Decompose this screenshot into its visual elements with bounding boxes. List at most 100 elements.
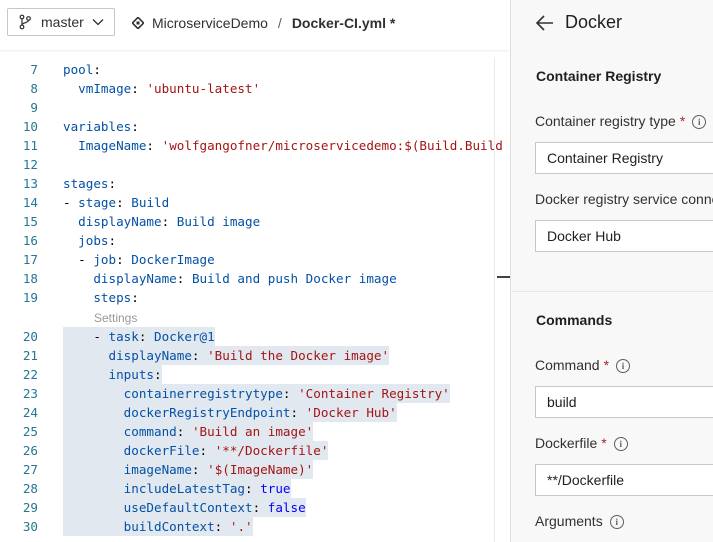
command-label-text: Command [535, 357, 600, 373]
breadcrumb-repo[interactable]: MicroserviceDemo [152, 15, 268, 31]
editor-divider [494, 57, 495, 542]
code-line[interactable]: 13 stages: [0, 174, 510, 193]
code-text: displayName: Build and push Docker image [93, 271, 397, 286]
code-text: imageName: '$(ImageName)' [63, 460, 314, 479]
code-line[interactable]: 27 imageName: '$(ImageName)' [0, 460, 510, 479]
code-text: displayName: 'Build the Docker image' [63, 346, 390, 365]
info-icon[interactable]: i [613, 437, 628, 452]
code-line[interactable]: 8 vmImage: 'ubuntu-latest' [0, 79, 510, 98]
line-number: 29 [22, 500, 38, 515]
code-line[interactable]: 21 displayName: 'Build the Docker image' [0, 346, 510, 365]
command-select[interactable]: build [535, 386, 713, 418]
code-text: - task: Docker@1 [63, 327, 215, 346]
yaml-editor[interactable]: Settings 7 pool: 8 vmImage: 'ubuntu-latest… [0, 57, 510, 542]
code-text: useDefaultContext: false [63, 498, 306, 517]
code-line[interactable]: 9 [0, 98, 510, 117]
code-line[interactable]: 15 displayName: Build image [0, 212, 510, 231]
code-text: pool: [63, 62, 101, 77]
code-line[interactable]: 10 variables: [0, 117, 510, 136]
line-number: 9 [30, 100, 38, 115]
code-text: variables: [63, 119, 139, 134]
info-icon[interactable]: i [609, 515, 624, 530]
section-divider [511, 291, 713, 292]
breadcrumb: MicroserviceDemo / Docker-CI.yml * [132, 15, 395, 31]
code-line[interactable]: 25 command: 'Build an image' [0, 422, 510, 441]
code-text: dockerRegistryEndpoint: 'Docker Hub' [63, 403, 397, 422]
branch-selector[interactable]: master [7, 8, 115, 36]
code-text: buildContext: '.' [63, 517, 253, 536]
line-number: 16 [22, 233, 38, 248]
code-text: inputs: [63, 365, 162, 384]
code-text: ImageName: 'wolfgangofner/microservicede… [78, 138, 503, 153]
branch-icon [19, 14, 31, 30]
arguments-label: Arguments i [535, 513, 624, 530]
code-line[interactable]: 17 - job: DockerImage [0, 250, 510, 269]
dockerfile-label: Dockerfile * i [535, 435, 628, 452]
required-mark: * [679, 113, 686, 129]
code-line[interactable]: 28 includeLatestTag: true [0, 479, 510, 498]
service-connection-select[interactable]: Docker Hub [535, 220, 713, 252]
code-text: steps: [93, 290, 139, 305]
line-number: 19 [22, 290, 38, 305]
top-bar: master MicroserviceDemo / Docker-CI.yml … [0, 0, 510, 50]
code-text: jobs: [78, 233, 117, 248]
line-number: 26 [22, 443, 38, 458]
code-line[interactable]: 16 jobs: [0, 231, 510, 250]
code-text: includeLatestTag: true [63, 479, 291, 498]
command-label: Command * i [535, 357, 631, 374]
section-container-registry: Container Registry [536, 68, 662, 84]
line-number: 8 [30, 81, 38, 96]
service-connection-label: Docker registry service conne [535, 191, 713, 207]
panel-title: Docker [565, 12, 623, 32]
line-number: 11 [22, 138, 38, 153]
chevron-down-icon [92, 19, 104, 26]
line-number: 12 [22, 157, 38, 172]
breadcrumb-file: Docker-CI.yml * [291, 15, 396, 31]
code-text: containerregistrytype: 'Container Regist… [63, 384, 450, 403]
line-number: 15 [22, 214, 38, 229]
cursor-overview-mark [497, 276, 510, 278]
required-mark: * [601, 435, 607, 451]
code-line[interactable]: 29 useDefaultContext: false [0, 498, 510, 517]
code-line[interactable]: 23 containerregistrytype: 'Container Reg… [0, 384, 510, 403]
line-number: 27 [22, 462, 38, 477]
code-line[interactable]: 26 dockerFile: '**/Dockerfile' [0, 441, 510, 460]
code-text: command: 'Build an image' [63, 422, 314, 441]
line-number: 17 [22, 252, 38, 267]
back-arrow-icon[interactable] [535, 14, 555, 32]
dockerfile-input[interactable]: **/Dockerfile [535, 464, 713, 496]
info-icon[interactable]: i [616, 359, 631, 374]
line-number: 7 [30, 62, 38, 77]
code-line[interactable]: 30 buildContext: '.' [0, 517, 510, 536]
code-line[interactable]: 19 steps: [0, 288, 510, 307]
line-number: 25 [22, 424, 38, 439]
registry-type-select[interactable]: Container Registry [535, 142, 713, 174]
line-number: 23 [22, 386, 38, 401]
code-line[interactable]: 22 inputs: [0, 365, 510, 384]
code-line[interactable]: 12 [0, 155, 510, 174]
code-line[interactable]: 20 - task: Docker@1 [0, 327, 510, 346]
registry-type-label-text: Container registry type [535, 113, 676, 129]
line-number: 10 [22, 119, 38, 134]
code-line[interactable]: 7 pool: [0, 60, 510, 79]
code-text: stages: [63, 176, 117, 191]
line-number: 28 [22, 481, 38, 496]
code-line[interactable]: 11 ImageName: 'wolfgangofner/microservic… [0, 136, 510, 155]
registry-type-label: Container registry type * i [535, 113, 707, 130]
code-line[interactable]: 24 dockerRegistryEndpoint: 'Docker Hub' [0, 403, 510, 422]
code-line[interactable]: 14 - stage: Build [0, 193, 510, 212]
line-number: 30 [22, 519, 38, 534]
dockerfile-label-text: Dockerfile [535, 435, 598, 451]
code-line[interactable]: 18 displayName: Build and push Docker im… [0, 269, 510, 288]
required-mark: * [603, 357, 610, 373]
settings-codelens[interactable]: Settings [94, 311, 137, 325]
line-number: 14 [22, 195, 38, 210]
arguments-label-text: Arguments [535, 513, 603, 529]
repo-icon [132, 17, 144, 29]
line-number: 22 [22, 367, 38, 382]
branch-label: master [41, 14, 84, 30]
line-number: 13 [22, 176, 38, 191]
line-number: 24 [22, 405, 38, 420]
info-icon[interactable]: i [692, 115, 707, 130]
code-text: - stage: Build [63, 195, 170, 210]
